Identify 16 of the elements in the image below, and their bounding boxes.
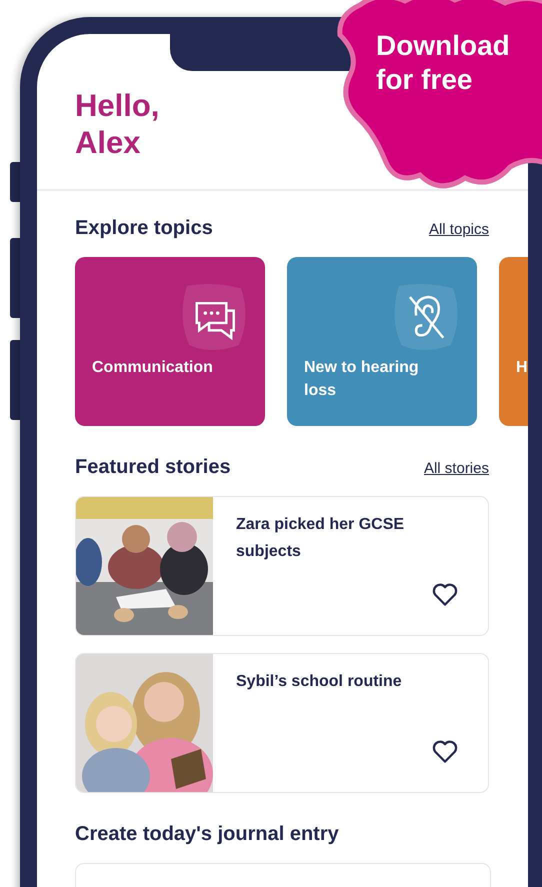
section-title: Explore topics: [75, 217, 213, 240]
section-title: Create today's journal entry: [75, 823, 340, 846]
section-title: Featured stories: [75, 456, 231, 479]
story-card[interactable]: Zara picked her GCSE subjects: [75, 496, 489, 636]
all-topics-link[interactable]: All topics: [428, 221, 489, 238]
story-card[interactable]: Sybil’s school routine: [75, 653, 489, 793]
topic-card[interactable]: New to hearing loss: [287, 257, 477, 426]
story-title: Sybil’s school routine: [236, 672, 403, 692]
all-stories-link[interactable]: All stories: [424, 460, 489, 477]
topic-label: New to hearing loss: [304, 358, 420, 401]
greeting: Hello, Alex: [75, 87, 160, 161]
topic-label: Communication: [92, 358, 214, 378]
story-title: Zara picked her GCSE subjects: [236, 515, 406, 562]
topic-card[interactable]: Communication: [75, 257, 265, 426]
badge-text: Download for free: [376, 29, 510, 97]
topic-label: H: [516, 358, 528, 378]
